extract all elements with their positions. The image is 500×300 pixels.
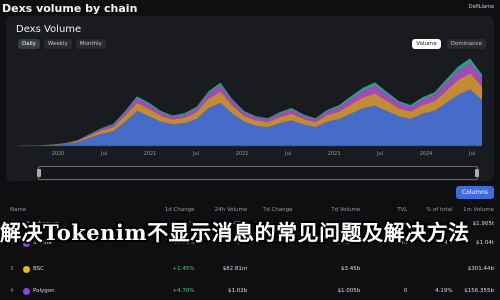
row-index: 4 [10, 288, 14, 294]
overlay-headline: 解决Tokenim不显示消息的常见问题及解决方法 [0, 220, 470, 245]
bsc-icon [23, 265, 30, 273]
vol-24h-cell: $82.81m [222, 266, 248, 272]
x-tick-label: 2020 [52, 151, 65, 157]
x-tick-label: 2024 [420, 151, 433, 157]
x-tick-label: Jul [100, 151, 107, 157]
volume-chart-svg: 2020 Jul 2021 Jul 2022 Jul 2023 Jul 2024 Jul [18, 58, 482, 157]
chart-panel: Dexs Volume Daily Weekly Monthly Volume … [6, 16, 494, 181]
range-weekly-button[interactable]: Weekly [43, 39, 72, 49]
share-cell: 4.19% [435, 288, 453, 294]
range-monthly-button[interactable]: Monthly [75, 39, 106, 49]
range-selector: Daily Weekly Monthly [18, 39, 106, 49]
x-tick-label: 2021 [144, 151, 157, 157]
vol-7d-cell: $1.005b [337, 288, 361, 294]
chain-name: Polygon [33, 288, 55, 294]
page-title: Dexs volume by chain [2, 2, 138, 15]
chart-title: Dexs Volume [16, 24, 82, 35]
mode-dominance-button[interactable]: Dominance [446, 39, 486, 49]
x-tick-label: Jul [376, 151, 383, 157]
col-vol24h-header[interactable]: 24h Volume [195, 207, 248, 213]
col-name-header[interactable]: Name [6, 207, 110, 213]
x-tick-label: Jul [192, 151, 199, 157]
brand-label: DefiLlama [468, 4, 494, 10]
table-row[interactable]: 4 Polygon +4.70% $1.02b $1.005b 0 4.19% … [6, 284, 494, 298]
col-change1d-header[interactable]: 1d Change [110, 207, 195, 213]
change-1d-cell: +4.70% [172, 288, 195, 294]
polygon-icon [23, 287, 30, 295]
x-tick-label: 2022 [236, 151, 249, 157]
mode-toggle: Volume Dominance [412, 39, 486, 49]
x-tick-label: Jul [468, 151, 475, 157]
columns-button[interactable]: Columns [455, 186, 494, 199]
volume-chart: 2020 Jul 2021 Jul 2022 Jul 2023 Jul 2024 Jul [14, 50, 486, 158]
col-share-header[interactable]: % of total [407, 207, 453, 213]
range-daily-button[interactable]: Daily [18, 39, 40, 49]
vol-1m-cell: $156.355b [464, 288, 495, 294]
brush-left-handle[interactable] [37, 169, 41, 177]
vol-24h-cell: $1.02b [228, 288, 248, 294]
chain-name: BSC [33, 266, 45, 272]
tvl-cell: 0 [403, 288, 408, 294]
table-row[interactable]: 3 BSC +1.45% $82.81m $3.45b $301.44b [6, 262, 494, 276]
row-index: 3 [10, 266, 14, 272]
mode-volume-button[interactable]: Volume [412, 39, 441, 49]
col-change7d-header[interactable]: 7d Change [247, 207, 293, 213]
vol-1m-cell: $301.44b [467, 266, 495, 272]
x-tick-label: Jul [284, 151, 291, 157]
vol-7d-cell: $3.45b [341, 266, 361, 272]
table-header: Name 1d Change 24h Volume 7d Change 7d V… [6, 204, 494, 216]
chain-name-cell: 4 Polygon [6, 287, 110, 295]
col-vol7d-header[interactable]: 7d Volume [293, 207, 360, 213]
col-tvl-header[interactable]: TVL [360, 207, 407, 213]
change-1d-cell: +1.45% [172, 266, 195, 272]
x-tick-label: 2023 [328, 151, 341, 157]
brush-right-handle[interactable] [475, 169, 479, 177]
range-brush[interactable] [37, 166, 479, 180]
col-vol1m-header[interactable]: 1m Volume [453, 207, 494, 213]
chain-name-cell: 3 BSC [6, 265, 110, 273]
